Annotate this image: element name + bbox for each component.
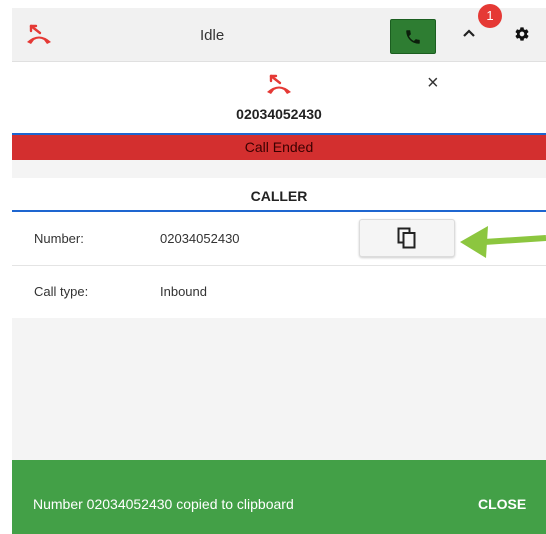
notification-badge[interactable]: 1 [478,4,502,28]
row-label: Number: [34,231,84,246]
agent-status: Idle [200,27,225,44]
hangup-icon[interactable] [26,23,52,45]
call-button[interactable] [390,19,436,54]
row-value: Inbound [160,284,207,299]
close-icon[interactable]: × [427,72,439,95]
spacer [12,160,546,178]
top-bar: Idle 1 [12,4,546,62]
settings-icon[interactable] [514,26,530,42]
chevron-up-icon[interactable] [461,26,477,40]
row-value: 02034052430 [160,231,240,246]
caller-section-title: CALLER [12,178,546,212]
caller-row-call-type: Call type: Inbound [12,266,546,318]
copy-number-button[interactable] [359,219,455,257]
call-header: × 02034052430 [12,62,546,132]
snackbar: Number 02034052430 copied to clipboard C… [12,460,546,534]
call-ended-icon [267,74,291,94]
empty-panel [12,318,546,460]
arrow-icon [460,226,546,258]
snackbar-message: Number 02034052430 copied to clipboard [33,496,294,512]
snackbar-close-button[interactable]: CLOSE [478,496,526,512]
call-status-banner: Call Ended [12,133,546,160]
call-number-title: 02034052430 [236,106,322,122]
phone-icon [406,29,420,44]
copy-icon [397,227,416,249]
row-label: Call type: [34,284,89,299]
